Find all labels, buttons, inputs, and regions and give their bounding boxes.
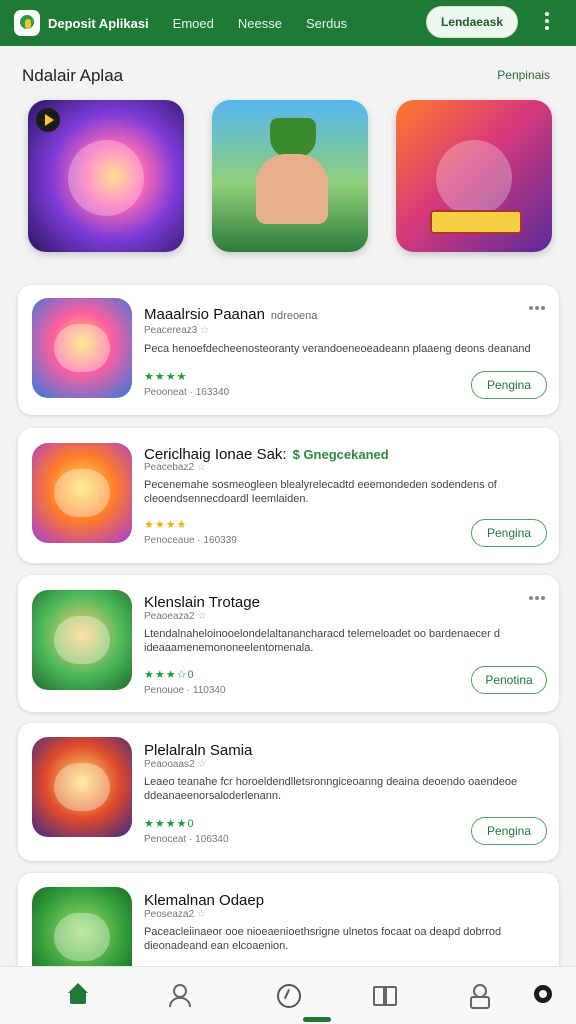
app-subtitle: Peoseaza2 ☆ xyxy=(144,909,206,920)
app-tag: $ Gnegcekaned xyxy=(292,447,389,462)
app-meta: Peooneat · 163340 xyxy=(144,387,230,398)
brand-name: Deposit Aplikasi xyxy=(48,15,149,31)
install-button[interactable]: Pengina xyxy=(471,519,547,547)
install-button[interactable]: Pengina xyxy=(471,817,547,845)
active-tab-indicator xyxy=(303,1017,331,1022)
app-description: Peca henoefdecheenosteoranty verandoeneo… xyxy=(144,343,531,355)
profile-icon[interactable] xyxy=(466,983,490,1009)
game-logo-banner xyxy=(430,210,522,234)
compass-icon[interactable] xyxy=(276,983,301,1008)
bottom-navigation xyxy=(0,966,576,1024)
camera-icon[interactable] xyxy=(534,985,552,1003)
app-title: Maaalrsio Paanan xyxy=(144,306,265,323)
app-title-row: Cericlhaig Ionae Sak: $ Gnegcekaned xyxy=(144,446,389,463)
app-subtitle: Peacereaz3 ☆ xyxy=(144,325,210,336)
home-icon[interactable] xyxy=(66,983,90,1007)
app-title: Klenslain Trotage xyxy=(144,594,260,611)
app-list-card[interactable]: Plelalraln Samia Peaooaas2 ☆ Leaeo teana… xyxy=(18,723,559,861)
install-button[interactable]: Penotina xyxy=(471,666,547,694)
app-title: Plelalraln Samia xyxy=(144,742,253,759)
app-title-row: Maaalrsio Paanan ndreoena xyxy=(144,306,317,323)
star-rating: ★★★★ xyxy=(144,371,188,383)
app-description: Ltendalnaheloinooelondelaltanancharacd t… xyxy=(144,628,500,654)
app-description: Paceacleiinaeor ooe nioeaenioethsrigne u… xyxy=(144,926,502,952)
app-logo-icon[interactable] xyxy=(14,10,40,36)
header-cta-button[interactable]: Lendaeask xyxy=(425,6,518,38)
featured-carousel xyxy=(28,100,552,252)
app-list-card[interactable]: Maaalrsio Paanan ndreoena Peacereaz3 ☆ Pe… xyxy=(18,285,559,415)
star-rating: ★★★★0 xyxy=(144,818,195,830)
game-artwork xyxy=(436,140,512,216)
game-artwork xyxy=(256,154,328,224)
play-icon xyxy=(36,108,60,132)
app-meta: Penoceaue · 160339 xyxy=(144,535,237,546)
more-vert-icon[interactable] xyxy=(544,12,550,32)
app-tag: ndreoena xyxy=(270,310,318,322)
nav-link[interactable]: Neesse xyxy=(238,16,282,31)
app-list-card[interactable]: Klenslain Trotage Peaoeaza2 ☆ Ltendalnah… xyxy=(18,575,559,712)
more-horiz-icon[interactable] xyxy=(529,306,545,310)
featured-app-tile[interactable] xyxy=(28,100,184,252)
app-title: Klemalnan Odaep xyxy=(144,892,265,909)
nav-link[interactable]: Serdus xyxy=(306,16,347,31)
app-subtitle: Peaoeaza2 ☆ xyxy=(144,611,207,622)
top-nav: Emoed Neesse Serdus xyxy=(173,16,347,31)
app-meta: Penoceat · 106340 xyxy=(144,834,229,845)
star-rating: ★★★☆0 xyxy=(144,669,195,681)
book-icon[interactable] xyxy=(372,983,397,1007)
section-title: Ndalair Aplaa xyxy=(22,66,124,85)
app-meta: Penouoe · 110340 xyxy=(144,685,226,696)
app-icon xyxy=(32,590,132,690)
app-description: Pecenemahe sosmeogleen blealyrelecadtd e… xyxy=(144,479,497,505)
top-app-bar: Deposit Aplikasi Emoed Neesse Serdus Len… xyxy=(0,0,576,46)
nav-link[interactable]: Emoed xyxy=(173,16,214,31)
game-artwork xyxy=(270,118,316,158)
section-see-all-link[interactable]: Penpinais xyxy=(497,68,550,82)
app-title: Cericlhaig Ionae Sak: xyxy=(144,446,287,463)
app-icon xyxy=(32,443,132,543)
more-horiz-icon[interactable] xyxy=(529,596,545,600)
app-subtitle: Peacebaz2 ☆ xyxy=(144,462,206,473)
app-list-card[interactable]: Cericlhaig Ionae Sak: $ Gnegcekaned Peace… xyxy=(18,428,559,563)
featured-app-tile[interactable] xyxy=(212,100,368,252)
featured-app-tile[interactable] xyxy=(396,100,552,252)
star-rating: ★★★★ xyxy=(144,519,188,531)
app-icon xyxy=(32,298,132,398)
install-button[interactable]: Pengina xyxy=(471,371,547,399)
game-artwork xyxy=(68,140,144,216)
person-icon[interactable] xyxy=(166,983,191,1007)
app-icon xyxy=(32,737,132,837)
app-description: Leaeo teanahe fcr horoeldendlletsronngic… xyxy=(144,776,518,802)
app-subtitle: Peaooaas2 ☆ xyxy=(144,759,207,770)
